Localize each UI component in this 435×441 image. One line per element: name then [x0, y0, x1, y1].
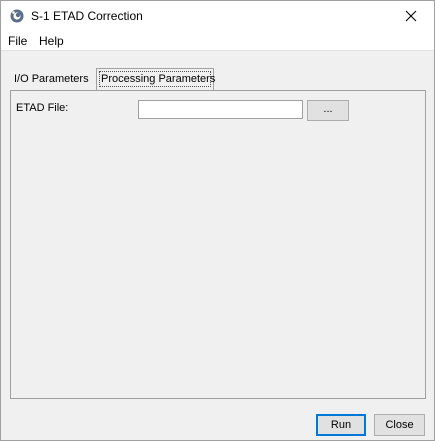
tab-io-parameters[interactable]: I/O Parameters — [10, 70, 94, 89]
close-button[interactable]: Close — [374, 414, 425, 436]
window-close-button[interactable] — [388, 1, 434, 31]
focus-ring — [99, 71, 211, 87]
menu-file[interactable]: File — [8, 34, 27, 48]
etad-file-input[interactable] — [138, 100, 303, 119]
processing-parameters-panel: ETAD File: ... — [10, 90, 426, 399]
window-title: S-1 ETAD Correction — [31, 9, 143, 23]
browse-button[interactable]: ... — [307, 100, 349, 121]
close-icon — [405, 10, 417, 22]
tab-processing-parameters[interactable]: Processing Parameters — [96, 68, 215, 90]
run-button[interactable]: Run — [316, 414, 366, 436]
dialog-window: S-1 ETAD Correction File Help I/O Parame… — [0, 0, 435, 441]
menu-bar: File Help — [1, 31, 434, 51]
title-bar[interactable]: S-1 ETAD Correction — [1, 1, 434, 31]
etad-file-label: ETAD File: — [16, 102, 69, 114]
menu-help[interactable]: Help — [39, 34, 64, 48]
tab-label: I/O Parameters — [14, 73, 89, 85]
snap-logo-icon — [10, 9, 24, 23]
